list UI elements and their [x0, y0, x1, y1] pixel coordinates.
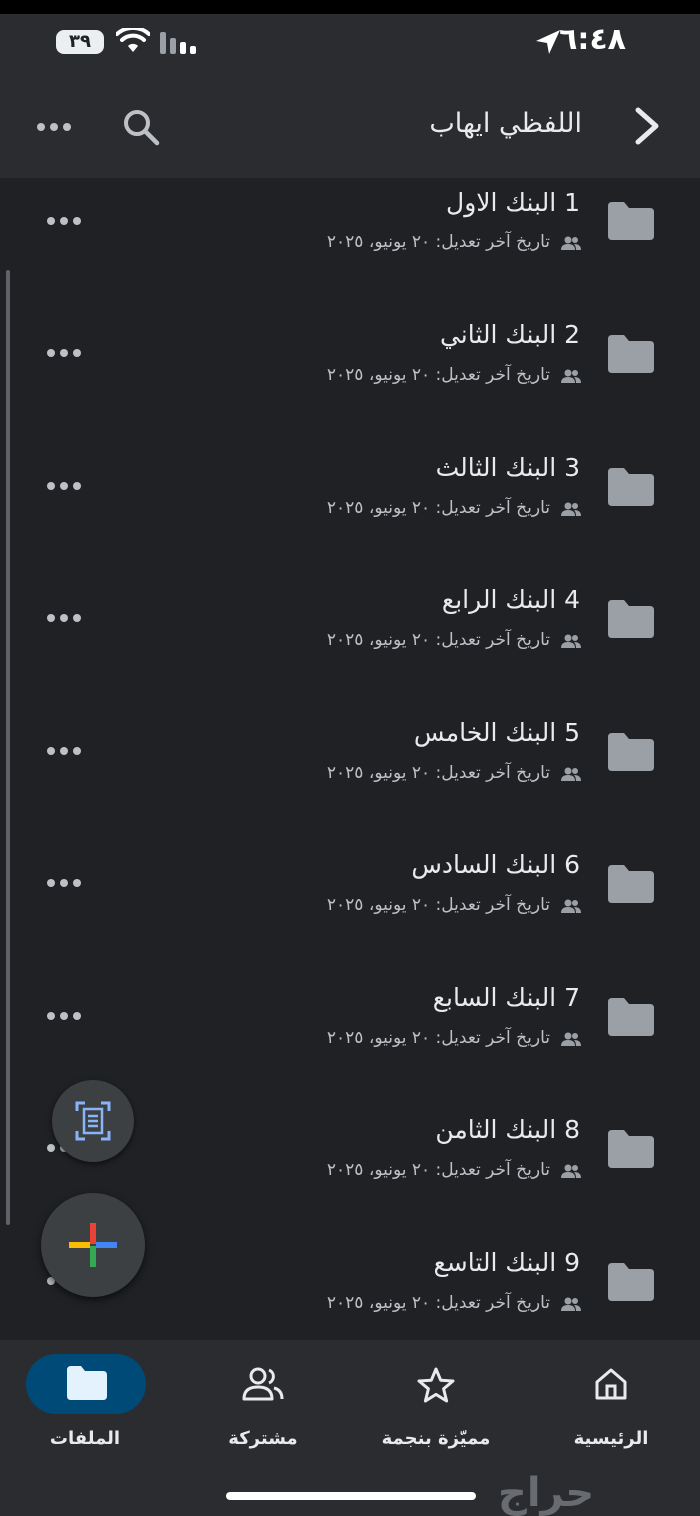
more-horiz-icon[interactable] [46, 1011, 82, 1021]
folder-icon [608, 468, 654, 506]
more-horiz-icon[interactable] [46, 481, 82, 491]
item-modified-date: تاريخ آخر تعديل: ٢٠ يونيو، ٢٠٢٥ [326, 498, 550, 518]
item-name: 7 البنك السابع [432, 983, 580, 1012]
item-modified-date: تاريخ آخر تعديل: ٢٠ يونيو، ٢٠٢٥ [326, 1160, 550, 1180]
people-icon [561, 634, 581, 648]
cellular-signal-icon [160, 32, 196, 54]
nav-label: الرئيسية [573, 1428, 649, 1449]
folder-icon [608, 600, 654, 638]
folder-title: اللفظي ايهاب [429, 108, 582, 139]
item-name: 1 البنك الاول [446, 188, 580, 217]
folder-icon [608, 335, 654, 373]
nav-starred[interactable]: مميّزة بنجمة [351, 1340, 521, 1470]
battery-indicator: ٣٩ [56, 30, 104, 54]
more-horiz-icon[interactable] [36, 122, 72, 132]
item-modified-date: تاريخ آخر تعديل: ٢٠ يونيو، ٢٠٢٥ [326, 1028, 550, 1048]
list-item[interactable]: 5 البنك الخامس تاريخ آخر تعديل: ٢٠ يونيو… [0, 708, 700, 840]
more-horiz-icon[interactable] [46, 216, 82, 226]
status-strip [0, 0, 700, 14]
more-horiz-icon[interactable] [46, 348, 82, 358]
item-modified-date: تاريخ آخر تعديل: ٢٠ يونيو، ٢٠٢٥ [326, 365, 550, 385]
nav-home[interactable]: الرئيسية [526, 1340, 696, 1470]
folder-icon [608, 202, 654, 240]
document-scan-icon [75, 1101, 111, 1141]
top-app-bar: ٣٩ ٦:٤٨ اللفظي ايهاب [0, 0, 700, 178]
item-name: 6 البنك السادس [411, 850, 580, 879]
wifi-icon [116, 28, 150, 52]
new-button[interactable] [41, 1193, 145, 1297]
item-name: 2 البنك الثاني [439, 320, 580, 349]
home-indicator[interactable] [226, 1492, 476, 1500]
people-icon [242, 1367, 284, 1401]
more-horiz-icon[interactable] [46, 746, 82, 756]
item-name: 5 البنك الخامس [413, 718, 580, 747]
list-item[interactable]: 6 البنك السادس تاريخ آخر تعديل: ٢٠ يونيو… [0, 840, 700, 972]
item-name: 3 البنك الثالث [435, 453, 580, 482]
plus-icon [69, 1223, 117, 1267]
list-item[interactable]: 4 البنك الرابع تاريخ آخر تعديل: ٢٠ يونيو… [0, 575, 700, 707]
search-icon[interactable] [120, 106, 162, 148]
folder-icon [608, 1130, 654, 1168]
nav-label: الملفات [49, 1428, 121, 1449]
nav-label: مشتركة [228, 1428, 298, 1449]
people-icon [561, 899, 581, 913]
file-list: 1 البنك الاول تاريخ آخر تعديل: ٢٠ يونيو،… [0, 178, 700, 1340]
folder-icon [67, 1366, 107, 1400]
people-icon [561, 502, 581, 516]
people-icon [561, 1032, 581, 1046]
nav-shared[interactable]: مشتركة [178, 1340, 348, 1470]
home-icon [595, 1368, 627, 1400]
folder-icon [608, 865, 654, 903]
people-icon [561, 369, 581, 383]
item-name: 4 البنك الرابع [441, 585, 580, 614]
item-modified-date: تاريخ آخر تعديل: ٢٠ يونيو، ٢٠٢٥ [326, 895, 550, 915]
star-icon [417, 1367, 455, 1403]
item-modified-date: تاريخ آخر تعديل: ٢٠ يونيو، ٢٠٢٥ [326, 763, 550, 783]
chevron-right-icon[interactable] [630, 106, 664, 146]
scrollbar[interactable] [6, 270, 10, 1225]
bottom-navigation: الرئيسية مميّزة بنجمة مشتركة الملفات [0, 1340, 700, 1516]
location-arrow-icon [536, 30, 560, 54]
people-icon [561, 1164, 581, 1178]
people-icon [561, 236, 581, 250]
status-time: ٦:٤٨ [559, 22, 626, 57]
list-item[interactable]: 2 البنك الثاني تاريخ آخر تعديل: ٢٠ يونيو… [0, 310, 700, 442]
list-item[interactable]: 3 البنك الثالث تاريخ آخر تعديل: ٢٠ يونيو… [0, 443, 700, 575]
people-icon [561, 1297, 581, 1311]
item-modified-date: تاريخ آخر تعديل: ٢٠ يونيو، ٢٠٢٥ [326, 1293, 550, 1313]
more-horiz-icon[interactable] [46, 613, 82, 623]
folder-icon [608, 733, 654, 771]
people-icon [561, 767, 581, 781]
nav-files[interactable]: الملفات [0, 1340, 170, 1470]
watermark-logo: حراج [498, 1470, 595, 1516]
nav-label: مميّزة بنجمة [381, 1428, 491, 1449]
list-item[interactable]: 1 البنك الاول تاريخ آخر تعديل: ٢٠ يونيو،… [0, 178, 700, 310]
scan-button[interactable] [52, 1080, 134, 1162]
item-name: 9 البنك التاسع [433, 1248, 581, 1277]
folder-icon [608, 998, 654, 1036]
folder-icon [608, 1263, 654, 1301]
more-horiz-icon[interactable] [46, 878, 82, 888]
item-name: 8 البنك الثامن [435, 1115, 580, 1144]
item-modified-date: تاريخ آخر تعديل: ٢٠ يونيو، ٢٠٢٥ [326, 630, 550, 650]
item-modified-date: تاريخ آخر تعديل: ٢٠ يونيو، ٢٠٢٥ [326, 232, 550, 252]
